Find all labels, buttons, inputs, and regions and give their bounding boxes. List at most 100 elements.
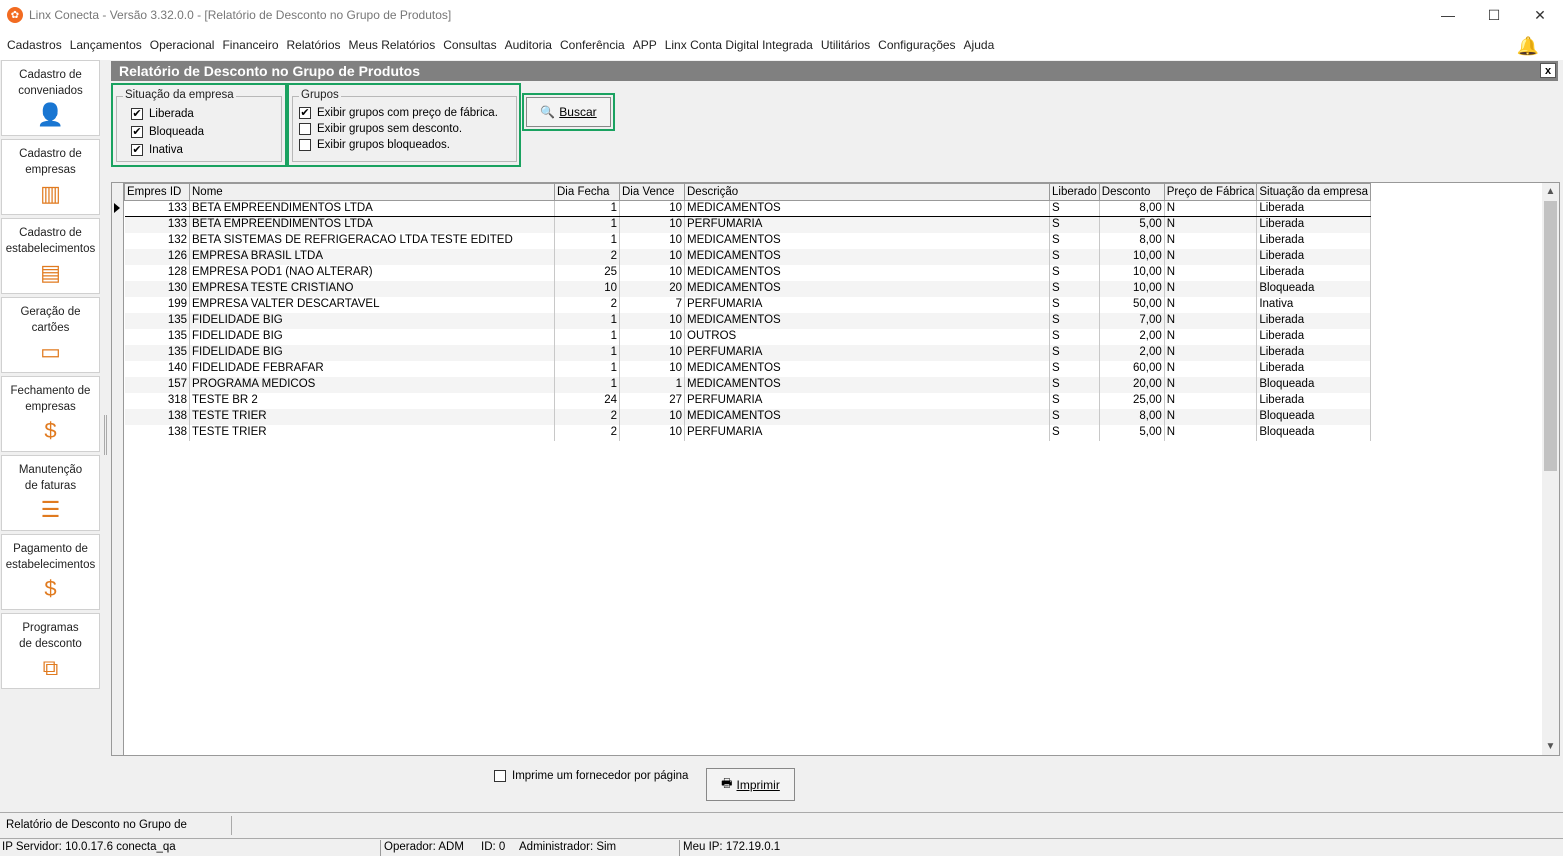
checkbox[interactable]: ✔ [131, 126, 143, 138]
table-row[interactable]: 318 TESTE BR 2 24 27 PERFUMARIA S 25,00 N Libera… [124, 392, 1372, 409]
table-cell: 135 [124, 312, 190, 329]
col-dia-vence[interactable]: Dia Vence [619, 183, 685, 201]
sidebar-item-cartoes[interactable]: Geração de cartões ▭ [1, 297, 100, 373]
chk-sem-desconto[interactable]: Exibir grupos sem desconto. [299, 123, 462, 135]
table-row[interactable]: 135 FIDELIDADE BIG 1 10 PERFUMARIA S 2,00 N Libe… [124, 344, 1372, 361]
checkbox[interactable]: ✔ [299, 107, 311, 119]
table-row[interactable]: 138 TESTE TRIER 2 10 MEDICAMENTOS S 8,00 N Bloqu… [124, 408, 1372, 425]
table-row[interactable]: 126 EMPRESA BRASIL LTDA 2 10 MEDICAMENTOS S 10… [124, 248, 1372, 265]
table-cell: 8,00 [1099, 408, 1165, 425]
table-cell: N [1164, 280, 1258, 297]
menu-cadastros[interactable]: Cadastros [3, 38, 66, 52]
chk-bloqueada[interactable]: ✔ Bloqueada [131, 126, 204, 138]
col-situacao[interactable]: Situação da empresa [1256, 183, 1372, 201]
buscar-button[interactable]: 🔍 Buscar [526, 97, 611, 127]
table-cell: TESTE BR 2 [189, 392, 555, 409]
table-cell: 2 [554, 408, 620, 425]
menu-operacional[interactable]: Operacional [146, 38, 219, 52]
sidebar-item-programas[interactable]: Programas de desconto ⧉ [1, 613, 100, 689]
col-liberado[interactable]: Liberado [1049, 183, 1100, 201]
col-empres-id[interactable]: Empres ID [124, 183, 190, 201]
col-desconto[interactable]: Desconto [1098, 183, 1165, 201]
table-row[interactable]: 132 BETA SISTEMAS DE REFRIGERACAO LTDA TE… [124, 232, 1372, 249]
table-row[interactable]: 135 FIDELIDADE BIG 1 10 OUTROS S 2,00 N Liberada [124, 328, 1372, 345]
menu-auditoria[interactable]: Auditoria [501, 38, 556, 52]
sidebar-item-empresas[interactable]: Cadastro de empresas ▥ [1, 139, 100, 215]
menu-ajuda[interactable]: Ajuda [960, 38, 999, 52]
table-cell: FIDELIDADE FEBRAFAR [189, 360, 555, 377]
sidebar-item-label: empresas [25, 401, 76, 413]
printer-icon: 🖶 [721, 776, 733, 790]
checkbox[interactable]: ✔ [131, 144, 143, 156]
situacao-group: Situação da empresa ✔ Liberada ✔ Bloquea… [116, 89, 282, 162]
table-cell: S [1049, 392, 1100, 409]
sidebar-splitter[interactable] [104, 415, 107, 455]
open-window-tab[interactable]: Relatório de Desconto no Grupo de Produt… [2, 816, 232, 850]
sidebar-item-label: de faturas [24, 480, 77, 492]
minimize-button[interactable]: — [1425, 0, 1471, 30]
menu-linx-conta-digital[interactable]: Linx Conta Digital Integrada [661, 38, 817, 52]
table-cell: Bloqueada [1256, 376, 1372, 393]
table-cell: 157 [124, 376, 190, 393]
vertical-scrollbar[interactable]: ▲ ▼ [1542, 183, 1559, 755]
table-cell: 10 [619, 264, 685, 281]
checkbox[interactable] [494, 770, 506, 782]
menu-consultas[interactable]: Consultas [439, 38, 500, 52]
maximize-button[interactable]: ☐ [1471, 0, 1517, 30]
table-row[interactable]: 133 BETA EMPREENDIMENTOS LTDA 1 10 MEDICAMEN… [124, 200, 1372, 217]
table-row[interactable]: 199 EMPRESA VALTER DESCARTAVEL 2 7 PERFUMARI… [124, 296, 1372, 313]
col-dia-fecha[interactable]: Dia Fecha [554, 183, 620, 201]
scroll-thumb[interactable] [1544, 201, 1557, 471]
table-row[interactable]: 157 PROGRAMA MEDICOS 1 1 MEDICAMENTOS S 20,00 N… [124, 376, 1372, 393]
table-cell: S [1049, 344, 1100, 361]
search-icon: 🔍 [540, 105, 556, 119]
table-cell: 5,00 [1099, 424, 1165, 441]
menu-conferencia[interactable]: Conferência [556, 38, 629, 52]
grupos-group: Grupos ✔ Exibir grupos com preço de fábr… [292, 89, 517, 162]
imprimir-button[interactable]: 🖶 Imprimir [706, 768, 795, 801]
checkbox[interactable] [299, 123, 311, 135]
table-cell: N [1164, 392, 1258, 409]
col-descricao[interactable]: Descrição [684, 183, 1050, 201]
chk-liberada[interactable]: ✔ Liberada [131, 108, 194, 120]
sidebar-item-fechamento[interactable]: Fechamento de empresas $ [1, 376, 100, 452]
col-nome[interactable]: Nome [189, 183, 555, 201]
menu-app[interactable]: APP [629, 38, 661, 52]
table-row[interactable]: 135 FIDELIDADE BIG 1 10 MEDICAMENTOS S 7,00 N Li… [124, 312, 1372, 329]
bell-icon[interactable]: 🔔 [1517, 36, 1539, 57]
table-row[interactable]: 128 EMPRESA POD1 (NAO ALTERAR) 25 10 MEDICAM… [124, 264, 1372, 281]
menu-meus-relatorios[interactable]: Meus Relatórios [345, 38, 440, 52]
table-cell: MEDICAMENTOS [684, 264, 1050, 281]
chk-imprime-fornecedor[interactable]: Imprime um fornecedor por página [494, 770, 688, 782]
menu-relatorios[interactable]: Relatórios [283, 38, 345, 52]
results-grid[interactable]: Empres ID Nome Dia Fecha Dia Vence Descr… [111, 182, 1560, 756]
chk-preco-fabrica[interactable]: ✔ Exibir grupos com preço de fábrica. [299, 107, 498, 119]
sidebar-item-conveniados[interactable]: Cadastro de conveniados 👤 [1, 60, 100, 136]
chk-bloqueados[interactable]: Exibir grupos bloqueados. [299, 139, 450, 151]
scroll-up-icon[interactable]: ▲ [1542, 183, 1559, 200]
status-meu-ip: Meu IP: 172.19.0.1 [683, 841, 781, 853]
table-row[interactable]: 130 EMPRESA TESTE CRISTIANO 10 20 MEDICAMENT… [124, 280, 1372, 297]
table-cell: S [1049, 280, 1100, 297]
menu-lancamentos[interactable]: Lançamentos [66, 38, 146, 52]
table-cell: 2 [554, 248, 620, 265]
table-row[interactable]: 138 TESTE TRIER 2 10 PERFUMARIA S 5,00 N Bloquea… [124, 424, 1372, 441]
chk-inativa[interactable]: ✔ Inativa [131, 144, 183, 156]
sidebar-item-estabelecimentos[interactable]: Cadastro de estabelecimentos ▤ [1, 218, 100, 294]
table-row[interactable]: 133 BETA EMPREENDIMENTOS LTDA 1 10 PERFUMARI… [124, 216, 1372, 233]
sidebar-item-pagamento[interactable]: Pagamento de estabelecimentos $ [1, 534, 100, 610]
sidebar-item-faturas[interactable]: Manutenção de faturas ☰ [1, 455, 100, 531]
col-preco-fabrica[interactable]: Preço de Fábrica [1163, 183, 1258, 201]
table-cell: 10,00 [1099, 248, 1165, 265]
scroll-down-icon[interactable]: ▼ [1542, 738, 1559, 755]
checkbox[interactable]: ✔ [131, 108, 143, 120]
menu-configuracoes[interactable]: Configurações [874, 38, 959, 52]
situacao-legend: Situação da empresa [123, 89, 236, 101]
sidebar-item-label: empresas [25, 164, 76, 176]
table-row[interactable]: 140 FIDELIDADE FEBRAFAR 1 10 MEDICAMENTOS S 60… [124, 360, 1372, 377]
menu-financeiro[interactable]: Financeiro [218, 38, 282, 52]
menu-utilitarios[interactable]: Utilitários [817, 38, 874, 52]
close-window-button[interactable]: ✕ [1517, 0, 1563, 30]
checkbox[interactable] [299, 139, 311, 151]
panel-close-button[interactable]: x [1540, 63, 1556, 78]
